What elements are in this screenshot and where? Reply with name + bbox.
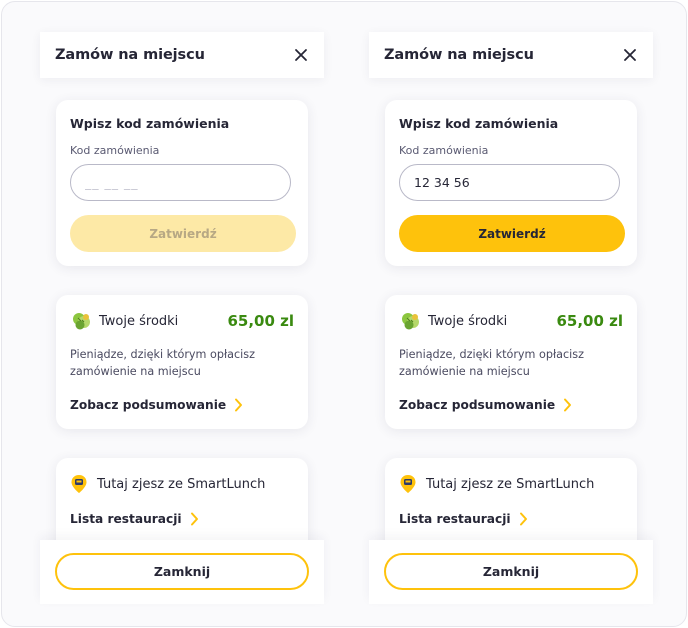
close-button[interactable]: Zamknij (55, 553, 309, 590)
restaurants-label: Tutaj zjesz ze SmartLunch (97, 476, 266, 492)
close-icon[interactable] (294, 48, 308, 62)
funds-card: Twoje środki 65,00 zl Pieniądze, dzięki … (56, 295, 308, 429)
summary-link-text: Zobacz podsumowanie (70, 398, 227, 412)
modal-header: Zamów na miejscu (40, 32, 324, 78)
chevron-right-icon (190, 512, 198, 526)
funds-label: Twoje środki (428, 313, 508, 329)
restaurants-link[interactable]: Lista restauracji (399, 512, 623, 526)
location-pin-icon (71, 475, 87, 493)
chevron-right-icon (564, 398, 572, 412)
modal-title: Zamów na miejscu (55, 47, 205, 63)
submit-button[interactable]: Zatwierdź (70, 215, 296, 252)
close-button[interactable]: Zamknij (384, 553, 638, 590)
order-modal-filled: Zamów na miejscu Wpisz kod zamówienia Ko… (369, 32, 653, 604)
modal-title: Zamów na miejscu (384, 47, 534, 63)
restaurants-row: Tutaj zjesz ze SmartLunch (70, 474, 294, 494)
modal-header: Zamów na miejscu (369, 32, 653, 78)
chevron-right-icon (235, 398, 243, 412)
order-code-input[interactable] (399, 164, 620, 201)
order-code-title: Wpisz kod zamówienia (70, 116, 230, 131)
funds-label: Twoje środki (99, 313, 179, 329)
order-code-input[interactable] (70, 164, 291, 201)
funds-label-group: Twoje środki (399, 310, 507, 332)
funds-description: Pieniądze, dzięki którym opłacisz zamówi… (399, 348, 584, 378)
order-code-label: Kod zamówienia (70, 144, 160, 157)
summary-link[interactable]: Zobacz podsumowanie (399, 398, 623, 412)
funds-row: Twoje środki 65,00 zl (70, 310, 294, 332)
close-icon[interactable] (623, 48, 637, 62)
modal-footer: Zamknij (40, 540, 324, 604)
submit-button[interactable]: Zatwierdź (399, 215, 625, 252)
funds-row: Twoje środki 65,00 zl (399, 310, 623, 332)
money-icon (73, 313, 90, 330)
app-frame: Zamów na miejscu Wpisz kod zamówienia Ko… (1, 1, 687, 627)
chevron-right-icon (519, 512, 527, 526)
summary-link[interactable]: Zobacz podsumowanie (70, 398, 294, 412)
restaurants-link[interactable]: Lista restauracji (70, 512, 294, 526)
order-code-card: Wpisz kod zamówienia Kod zamówienia Zatw… (56, 100, 308, 266)
funds-amount: 65,00 zl (227, 312, 294, 330)
restaurants-row: Tutaj zjesz ze SmartLunch (399, 474, 623, 494)
restaurants-label: Tutaj zjesz ze SmartLunch (426, 476, 595, 492)
summary-link-text: Zobacz podsumowanie (399, 398, 556, 412)
money-icon (402, 313, 419, 330)
restaurants-link-text: Lista restauracji (70, 512, 182, 526)
order-code-card: Wpisz kod zamówienia Kod zamówienia Zatw… (385, 100, 637, 266)
order-code-label: Kod zamówienia (399, 144, 489, 157)
funds-label-group: Twoje środki (70, 310, 178, 332)
funds-description: Pieniądze, dzięki którym opłacisz zamówi… (70, 348, 255, 378)
funds-card: Twoje środki 65,00 zl Pieniądze, dzięki … (385, 295, 637, 429)
order-modal-empty: Zamów na miejscu Wpisz kod zamówienia Ko… (40, 32, 324, 604)
location-pin-icon (400, 475, 416, 493)
order-code-title: Wpisz kod zamówienia (399, 116, 559, 131)
funds-amount: 65,00 zl (556, 312, 623, 330)
modal-footer: Zamknij (369, 540, 653, 604)
restaurants-link-text: Lista restauracji (399, 512, 511, 526)
